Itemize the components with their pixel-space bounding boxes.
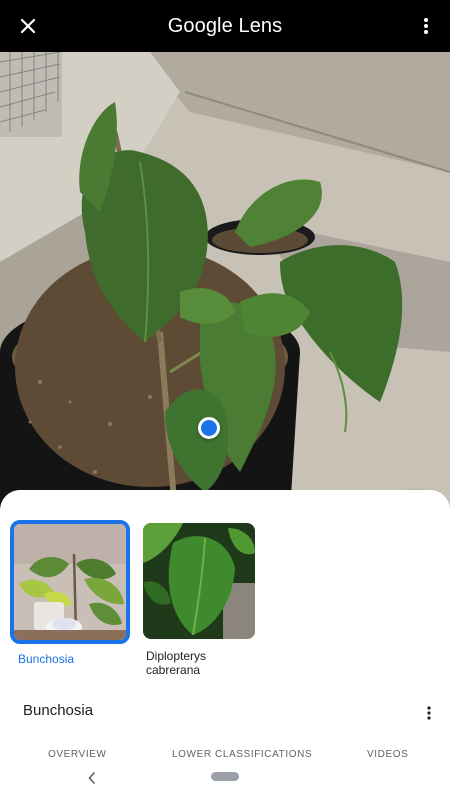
result-thumbnail — [143, 523, 255, 639]
results-sheet: Bunchosia Diplopterys cabrerana Bunchosi… — [0, 490, 450, 800]
result-label: Diplopterys cabrerana — [146, 649, 207, 677]
chevron-left-icon — [88, 772, 95, 784]
top-app-bar: Google Lens — [0, 0, 450, 52]
plant-photo-image — [0, 52, 450, 512]
more-vert-icon — [427, 706, 431, 720]
app-title-product: Lens — [232, 14, 283, 37]
back-button[interactable] — [84, 768, 100, 788]
close-button[interactable] — [14, 12, 42, 40]
plant-thumbnail-image — [14, 524, 126, 640]
entity-more-button[interactable] — [422, 704, 436, 722]
result-card-bunchosia[interactable]: Bunchosia — [10, 520, 130, 666]
app-title: Google Lens — [168, 15, 283, 38]
close-icon — [20, 18, 36, 34]
entity-header: Bunchosia — [0, 702, 450, 724]
overflow-menu-button[interactable] — [414, 12, 438, 40]
result-card-diplopterys-cabrerana[interactable]: Diplopterys cabrerana — [143, 523, 255, 677]
tab-videos[interactable]: VIDEOS — [367, 749, 408, 760]
home-gesture-pill[interactable] — [211, 772, 239, 781]
plant-thumbnail-image — [143, 523, 255, 639]
focus-point-marker[interactable] — [198, 417, 220, 439]
tab-overview[interactable]: OVERVIEW — [48, 749, 107, 760]
camera-photo[interactable] — [0, 52, 450, 512]
more-vert-icon — [424, 18, 428, 34]
result-thumbnail — [10, 520, 130, 644]
app-title-brand: Google — [167, 14, 233, 37]
system-navigation-bar — [0, 760, 450, 800]
entity-title: Bunchosia — [23, 702, 94, 719]
result-label: Bunchosia — [18, 652, 75, 666]
tab-lower-classifications[interactable]: LOWER CLASSIFICATIONS — [172, 749, 312, 760]
